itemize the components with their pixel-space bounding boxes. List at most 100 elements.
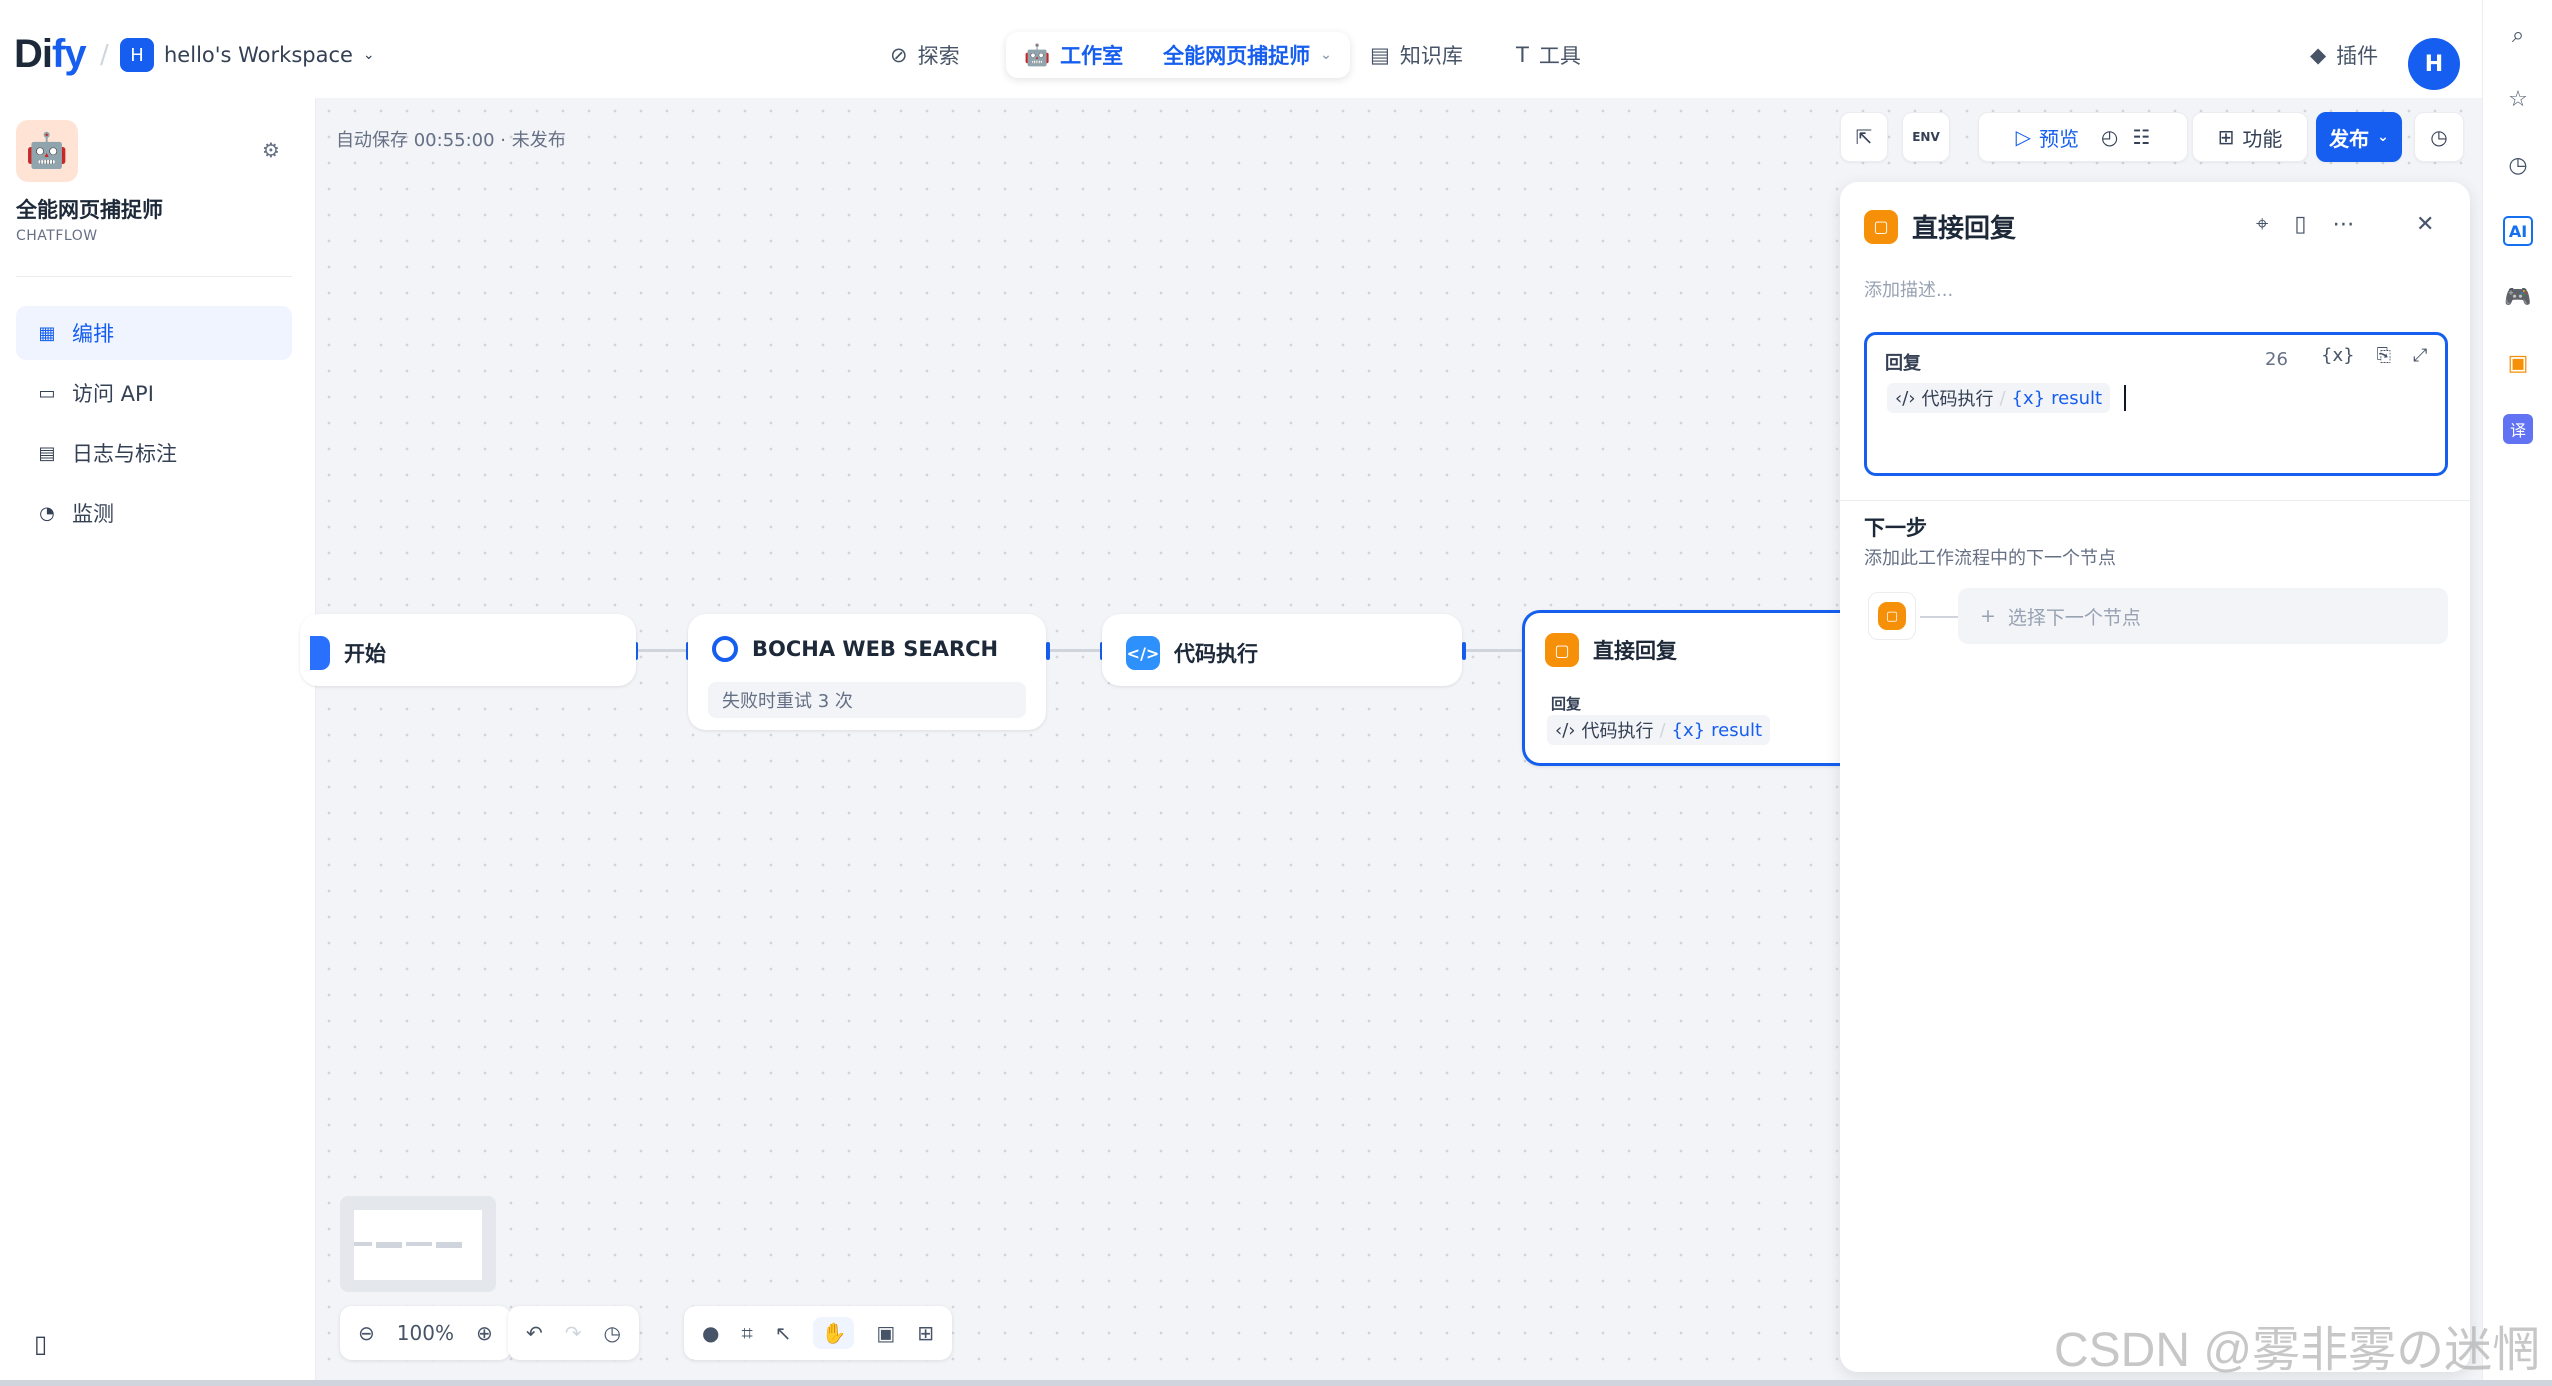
- organize-icon[interactable]: ⊞: [917, 1321, 934, 1345]
- node-direct-answer[interactable]: ▢ 直接回复 回复 ‹/› 代码执行 / {x} result: [1522, 610, 1840, 766]
- next-step-desc: 添加此工作流程中的下一个节点: [1864, 548, 2116, 569]
- editor-content[interactable]: ‹/› 代码执行 / {x} result: [1887, 383, 2127, 413]
- home-icon: [310, 636, 330, 670]
- answer-icon: ▢: [1864, 209, 1898, 244]
- chevron-down-icon: ⌄: [362, 47, 375, 63]
- divider: [16, 276, 292, 277]
- workspace-switcher[interactable]: H hello's Workspace ⌄: [120, 38, 375, 72]
- nav-plugins[interactable]: ◆ 插件: [2310, 32, 2378, 78]
- sidebar-item-orchestrate[interactable]: ▦ 编排: [16, 306, 292, 360]
- minimap[interactable]: [340, 1196, 496, 1292]
- toolbox-icon[interactable]: ▣: [2503, 348, 2533, 378]
- gamepad-icon[interactable]: 🎮: [2503, 282, 2533, 312]
- compass-icon: ⊘: [890, 43, 908, 67]
- gauge-icon: ◔: [39, 502, 55, 524]
- terminal-icon: ▭: [38, 382, 56, 404]
- chevron-down-icon: ⌄: [1320, 47, 1332, 63]
- code-icon: ‹/›: [1555, 719, 1576, 741]
- node-start[interactable]: 开始: [300, 614, 636, 686]
- zoom-in-icon[interactable]: ⊕: [476, 1321, 493, 1345]
- nav-explore[interactable]: ⊘ 探索: [890, 32, 960, 78]
- window-edge: [0, 1380, 2552, 1386]
- publish-button[interactable]: 发布 ⌄: [2316, 112, 2402, 162]
- variable-reference: ‹/› 代码执行 / {x} result: [1547, 715, 1771, 745]
- grid-icon: ⊞: [2217, 125, 2235, 149]
- copy-icon[interactable]: ⎘: [2377, 345, 2391, 366]
- code-icon: ‹/›: [1895, 387, 1916, 409]
- file-icon: ▤: [38, 442, 56, 464]
- nav-knowledge[interactable]: ▤ 知识库: [1370, 32, 1463, 78]
- sidebar-item-logs[interactable]: ▤ 日志与标注: [16, 426, 292, 480]
- zoom-controls: ⊖ 100% ⊕: [340, 1306, 511, 1360]
- search-icon[interactable]: ⌕: [2503, 20, 2533, 50]
- pointer-icon[interactable]: ↖: [775, 1321, 792, 1345]
- divider: [1840, 500, 2470, 501]
- robot-icon: 🤖: [1024, 42, 1051, 67]
- dify-logo[interactable]: Dify: [14, 32, 87, 77]
- undo-icon[interactable]: ↶: [526, 1321, 543, 1345]
- features-button[interactable]: ⊞ 功能: [2192, 112, 2308, 162]
- node-config-panel: ▢ 直接回复 ⌖ ▯ ⋯ ✕ 添加描述... 回复 26 {x} ⎘ ⤢ ‹/›…: [1840, 182, 2470, 1372]
- editor-label: 回复: [1885, 353, 1921, 374]
- ai-icon[interactable]: AI: [2503, 216, 2533, 246]
- minimap-viewport: [354, 1210, 482, 1280]
- variable-icon: {x}: [1671, 719, 1706, 741]
- redo-icon[interactable]: ↷: [565, 1321, 582, 1345]
- cube-icon: ◆: [2310, 43, 2327, 67]
- zoom-level[interactable]: 100%: [397, 1321, 454, 1345]
- answer-icon: ▢: [1545, 633, 1579, 667]
- node-bocha-web-search[interactable]: BOCHA WEB SEARCH 失败时重试 3 次: [688, 614, 1046, 730]
- variable-icon: {x}: [2011, 387, 2046, 409]
- insert-variable-icon[interactable]: {x}: [2321, 345, 2355, 366]
- version-history-icon[interactable]: ◷: [2414, 112, 2464, 162]
- layout-icon: ▦: [38, 322, 56, 344]
- preview-toolbar: ▷ 预览 ◴ ☷: [1978, 112, 2188, 162]
- retry-badge: 失败时重试 3 次: [708, 682, 1026, 718]
- share-icon[interactable]: ⇱: [1840, 112, 1888, 162]
- export-image-icon[interactable]: ▣: [876, 1321, 895, 1345]
- play-icon[interactable]: ▷: [2016, 125, 2031, 149]
- zoom-out-icon[interactable]: ⊖: [358, 1321, 375, 1345]
- checklist-icon[interactable]: ☷: [2132, 125, 2150, 149]
- translate-icon[interactable]: 译: [2503, 414, 2533, 444]
- add-node-icon[interactable]: ●: [702, 1321, 719, 1345]
- book-open-icon[interactable]: ▯: [2294, 212, 2306, 237]
- connector-line: [1920, 616, 1960, 618]
- sidebar-item-monitor[interactable]: ◔ 监测: [16, 486, 292, 540]
- more-icon[interactable]: ⋯: [2333, 212, 2355, 237]
- top-bar: Dify / H hello's Workspace ⌄ ⊘ 探索 🤖 工作室 …: [0, 10, 2480, 98]
- nav-studio[interactable]: 🤖 工作室 全能网页捕捉师 ⌄: [1006, 32, 1350, 78]
- answer-editor[interactable]: 回复 26 {x} ⎘ ⤢ ‹/› 代码执行 / {x} result: [1864, 332, 2448, 476]
- history-icon[interactable]: ◷: [2503, 150, 2533, 180]
- app-type: CHATFLOW: [16, 228, 98, 244]
- app-name: 全能网页捕捉师: [16, 198, 163, 222]
- expand-icon[interactable]: ⤢: [2413, 345, 2427, 366]
- node-answer-label: 回复: [1551, 695, 1582, 713]
- select-next-node[interactable]: + 选择下一个节点: [1958, 588, 2448, 644]
- sliders-icon[interactable]: ⚙: [262, 138, 280, 162]
- next-step-title: 下一步: [1864, 516, 1927, 540]
- history-controls: ↶ ↷ ◷: [508, 1306, 639, 1360]
- node-handle[interactable]: [1046, 642, 1050, 660]
- node-handle[interactable]: [1462, 642, 1466, 660]
- canvas-tools: ● ⌗ ↖ ✋ ▣ ⊞: [684, 1306, 953, 1360]
- book-icon: ▤: [1370, 43, 1390, 67]
- sidebar-item-api[interactable]: ▭ 访问 API: [16, 366, 292, 420]
- user-avatar[interactable]: H: [2408, 38, 2460, 90]
- description-input[interactable]: 添加描述...: [1864, 276, 1953, 302]
- close-icon[interactable]: ✕: [2416, 212, 2434, 237]
- collapse-sidebar-icon[interactable]: ▯: [34, 1330, 47, 1358]
- node-code-exec[interactable]: </> 代码执行: [1102, 614, 1462, 686]
- history-icon[interactable]: ◷: [604, 1321, 621, 1345]
- star-icon[interactable]: ☆: [2503, 84, 2533, 114]
- crosshair-icon[interactable]: ⌖: [2256, 212, 2268, 237]
- current-node-chip: ▢: [1868, 592, 1916, 640]
- env-icon[interactable]: ENV: [1902, 112, 1950, 162]
- preview-button[interactable]: 预览: [2039, 123, 2079, 152]
- current-app-selector[interactable]: 全能网页捕捉师: [1163, 40, 1310, 70]
- add-note-icon[interactable]: ⌗: [741, 1321, 752, 1345]
- run-history-icon[interactable]: ◴: [2101, 125, 2118, 149]
- nav-tools[interactable]: T 工具: [1516, 32, 1581, 78]
- app-robot-icon: 🤖: [16, 120, 78, 182]
- hand-icon[interactable]: ✋: [813, 1317, 855, 1349]
